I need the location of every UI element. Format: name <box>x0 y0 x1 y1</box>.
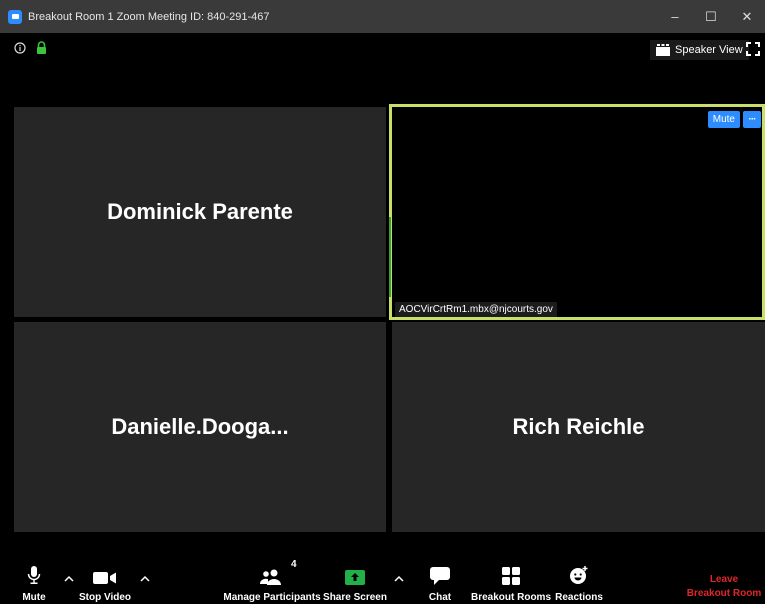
zoom-app-icon <box>8 9 22 24</box>
speaker-view-button[interactable]: Speaker View <box>650 40 749 60</box>
participant-name-tag: AOCVirCrtRm1.mbx@njcourts.gov <box>395 302 557 317</box>
participant-name: Danielle.Dooga... <box>111 414 289 439</box>
audio-options-chevron-icon[interactable] <box>63 573 75 585</box>
more-options-button[interactable]: ··· <box>743 111 761 128</box>
video-options-chevron-icon[interactable] <box>139 573 151 585</box>
title-bar: Breakout Room 1 Zoom Meeting ID: 840-291… <box>0 0 765 33</box>
share-screen-button[interactable]: Share Screen <box>323 561 387 604</box>
speaking-indicator <box>389 217 391 297</box>
lock-icon[interactable] <box>36 41 47 54</box>
stop-video-button[interactable]: Stop Video <box>78 561 132 604</box>
leave-label-line1: Leave <box>709 574 739 585</box>
participant-tile[interactable]: Rich Reichle <box>392 322 765 532</box>
close-button[interactable]: ✕ <box>729 0 765 33</box>
microphone-icon <box>27 566 41 584</box>
reactions-label: Reactions <box>555 592 603 603</box>
participant-tile[interactable]: Dominick Parente <box>14 107 386 317</box>
share-screen-label: Share Screen <box>323 592 387 603</box>
manage-participants-button[interactable]: 4 Manage Participants <box>223 559 321 604</box>
participant-name: Dominick Parente <box>107 199 293 224</box>
participants-icon <box>260 569 281 585</box>
breakout-rooms-button[interactable]: Breakout Rooms <box>471 561 552 604</box>
info-icon[interactable] <box>14 41 26 54</box>
video-camera-icon <box>93 572 116 584</box>
participant-tile[interactable]: Danielle.Dooga... <box>14 322 386 532</box>
participant-tile-active-speaker[interactable]: Mute ··· AOCVirCrtRm1.mbx@njcourts.gov <box>389 104 765 320</box>
minimize-button[interactable]: – <box>657 0 693 33</box>
meeting-status-icons <box>14 41 47 54</box>
window-title: Breakout Room 1 Zoom Meeting ID: 840-291… <box>28 10 270 23</box>
window-controls: – ☐ ✕ <box>657 0 765 33</box>
maximize-button[interactable]: ☐ <box>693 0 729 33</box>
stop-video-label: Stop Video <box>78 592 132 603</box>
participants-count: 4 <box>291 559 297 570</box>
manage-participants-label: Manage Participants <box>223 592 321 603</box>
share-screen-icon <box>345 570 365 585</box>
chat-label: Chat <box>428 592 452 603</box>
mute-participant-button[interactable]: Mute <box>707 111 740 128</box>
speaker-view-label: Speaker View <box>675 44 743 56</box>
leave-label-line2: Breakout Room <box>686 588 762 599</box>
reactions-smiley-icon <box>570 566 588 584</box>
reactions-button[interactable]: Reactions <box>555 561 603 604</box>
chat-button[interactable]: Chat <box>425 561 455 604</box>
participant-name: Rich Reichle <box>512 414 645 439</box>
fullscreen-icon[interactable] <box>746 42 760 56</box>
meeting-toolbar: Mute Stop Video 4 Manage Participants Sh… <box>0 559 765 604</box>
mute-label: Mute <box>22 592 46 603</box>
grid-view-icon <box>656 44 670 56</box>
chat-bubble-icon <box>430 567 450 585</box>
leave-breakout-room-button[interactable]: Leave Breakout Room <box>683 573 765 601</box>
breakout-rooms-label: Breakout Rooms <box>471 592 552 603</box>
share-options-chevron-icon[interactable] <box>393 573 405 585</box>
mute-button[interactable]: Mute <box>14 561 54 604</box>
breakout-rooms-icon <box>502 567 520 585</box>
